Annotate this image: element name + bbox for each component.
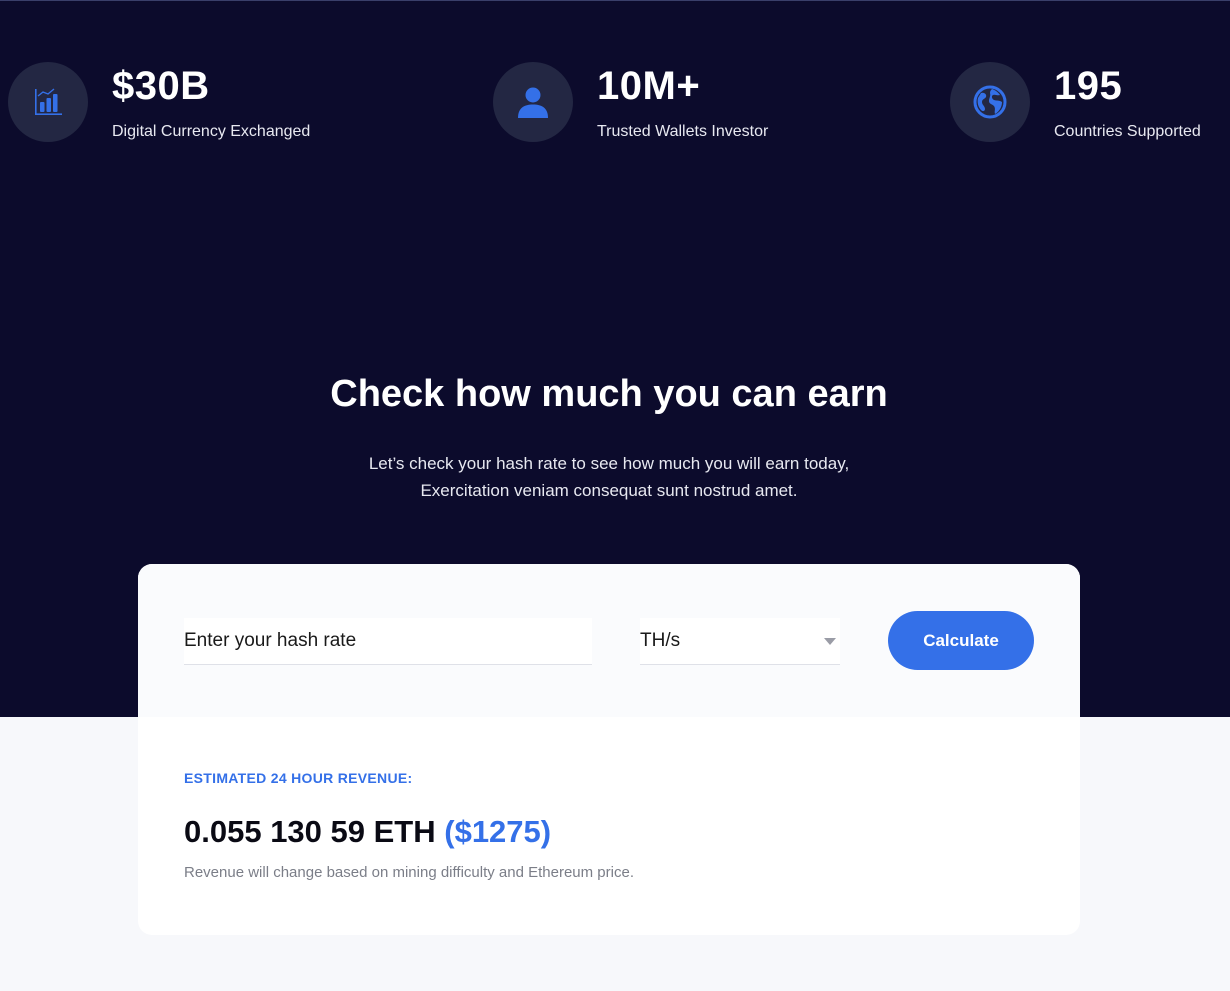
stat-wallets-investor: 10M+ Trusted Wallets Investor	[493, 62, 768, 142]
calculator-form: TH/s Calculate	[138, 564, 1080, 717]
stat-currency-exchanged: $30B Digital Currency Exchanged	[8, 62, 310, 142]
bar-chart-icon	[8, 62, 88, 142]
stat-countries-supported: 195 Countries Supported	[950, 62, 1201, 142]
revenue-amount: 0.055 130 59 ETH ($1275)	[184, 812, 551, 852]
calculate-button[interactable]: Calculate	[888, 611, 1034, 670]
stat-label: Digital Currency Exchanged	[112, 123, 311, 140]
hash-rate-input[interactable]	[184, 618, 592, 665]
user-icon	[493, 62, 573, 142]
revenue-usd: ($1275)	[444, 814, 552, 849]
stat-value: $30B	[112, 64, 210, 108]
subtitle-line: Exercitation veniam consequat sunt nostr…	[420, 481, 798, 500]
stat-label: Countries Supported	[1054, 123, 1201, 140]
revenue-label: ESTIMATED 24 HOUR REVENUE:	[184, 770, 413, 786]
calculator-card: TH/s Calculate ESTIMATED 24 HOUR REVENUE…	[138, 564, 1080, 935]
hash-unit-select[interactable]: TH/s	[640, 618, 840, 665]
stat-label: Trusted Wallets Investor	[597, 123, 769, 140]
section-title: Check how much you can earn	[330, 373, 888, 415]
stat-value: 10M+	[597, 64, 701, 108]
revenue-eth: 0.055 130 59 ETH	[184, 814, 436, 849]
chevron-down-icon	[824, 638, 836, 645]
stat-value: 195	[1054, 64, 1123, 108]
unit-selected-value: TH/s	[640, 630, 681, 651]
globe-icon	[950, 62, 1030, 142]
subtitle-line: Let’s check your hash rate to see how mu…	[368, 454, 850, 473]
revenue-note: Revenue will change based on mining diff…	[184, 864, 634, 881]
section-subtitle: Let’s check your hash rate to see how mu…	[0, 450, 1218, 504]
